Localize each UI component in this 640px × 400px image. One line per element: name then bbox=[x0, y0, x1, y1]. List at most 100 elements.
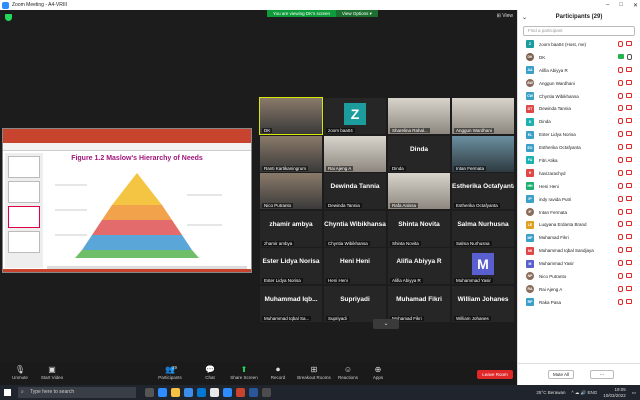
participant-row[interactable]: HH Heni Heni bbox=[518, 180, 640, 193]
mail-icon[interactable] bbox=[197, 388, 206, 397]
video-tile[interactable]: Anggun Wardhani bbox=[452, 98, 514, 134]
powerpoint-statusbar bbox=[3, 269, 251, 272]
video-off-icon bbox=[626, 66, 632, 72]
video-tile[interactable]: Ranti Kartikaningrum bbox=[260, 135, 322, 172]
clock[interactable]: 19:05 10/03/2022 bbox=[603, 387, 626, 399]
video-tile[interactable]: Chyntia Wibikhansa Chyntia Wibikhansa bbox=[324, 210, 386, 247]
participant-row[interactable]: Zzoom baa04 (Host, me) bbox=[518, 38, 640, 51]
video-tile[interactable]: Zzoom baa04 bbox=[324, 98, 386, 134]
zoom-taskbar-icon[interactable] bbox=[223, 388, 232, 397]
video-tile[interactable]: Ester Lidya Norisa Ester Lidya Norisa bbox=[260, 248, 322, 284]
security-shield-icon[interactable] bbox=[5, 14, 12, 21]
video-off-icon bbox=[626, 234, 632, 240]
record-button[interactable]: ⏺ Record bbox=[258, 365, 298, 380]
video-tile[interactable]: Muhamad Fikri Muhamad Fikri bbox=[388, 285, 450, 322]
participant-row[interactable]: NP Nico Putranto bbox=[518, 270, 640, 283]
chevron-down-icon[interactable]: ⌄ bbox=[373, 319, 399, 329]
more-options-button[interactable]: ... bbox=[590, 370, 614, 379]
powerpoint-taskbar-icon[interactable] bbox=[236, 388, 245, 397]
video-tile[interactable]: Sharelina Rahal... bbox=[388, 98, 450, 134]
unmute-label: Unmute bbox=[12, 375, 28, 380]
start-video-label: Start Video bbox=[40, 375, 64, 380]
video-tile[interactable]: Muhammad Iqb... Muhammad Iqbal Sa... bbox=[260, 285, 322, 322]
participant-row[interactable]: AW Anggun Wardhani bbox=[518, 77, 640, 90]
video-tile[interactable]: Rafa Anissa bbox=[388, 173, 450, 209]
video-off-icon bbox=[626, 285, 632, 291]
slide-thumbnail bbox=[8, 181, 40, 203]
maximize-icon[interactable]: □ bbox=[619, 2, 623, 8]
video-off-icon bbox=[626, 169, 632, 175]
taskbar-app-icon[interactable] bbox=[262, 388, 271, 397]
participant-name: Nico Putranto bbox=[539, 273, 567, 279]
participant-row[interactable]: DT Dewinda Tannia bbox=[518, 102, 640, 115]
collapse-panel-icon[interactable]: ⌄ bbox=[522, 14, 527, 21]
mute-all-button[interactable]: Mute All bbox=[548, 370, 574, 379]
task-view-icon[interactable] bbox=[145, 388, 154, 397]
avatar: IP bbox=[526, 195, 534, 204]
video-tile[interactable]: M Muhammad Yasir bbox=[452, 248, 514, 284]
participant-row[interactable]: RA Rai Ajeng A bbox=[518, 283, 640, 296]
start-video-button[interactable]: ▣ Start Video bbox=[32, 365, 72, 380]
participant-row[interactable]: LE Luqyana Erdanta Brand bbox=[518, 218, 640, 231]
minimize-icon[interactable]: – bbox=[606, 2, 609, 8]
tray-icons[interactable]: ^ ☁ 🔊 ENG bbox=[571, 390, 597, 396]
video-off-icon bbox=[626, 260, 632, 266]
participant-row[interactable]: EO Estherika Octafyanta bbox=[518, 141, 640, 154]
participant-row[interactable]: EL Ester Lidya Norisa bbox=[518, 128, 640, 141]
video-tile[interactable]: Shinta Novita Shinta Novita bbox=[388, 210, 450, 247]
video-tile[interactable]: Nico Putranto bbox=[260, 173, 322, 209]
edge-icon[interactable] bbox=[158, 388, 167, 397]
store-icon[interactable] bbox=[184, 388, 193, 397]
participant-name: Dewinda Tannia bbox=[539, 106, 571, 112]
weather-status[interactable]: 25°C Berawan bbox=[536, 390, 565, 395]
tile-name-label: Ranti Kartikaningrum bbox=[262, 165, 309, 171]
participant-row[interactable]: IP indy ravida Putri bbox=[518, 193, 640, 206]
reactions-label: Reactions bbox=[337, 375, 358, 380]
participant-row[interactable]: MF Muhamad Fikri bbox=[518, 231, 640, 244]
video-off-icon bbox=[626, 79, 632, 85]
participant-row[interactable]: D Dinda bbox=[518, 115, 640, 128]
participant-row[interactable]: AA Alifia Abiyya R bbox=[518, 64, 640, 77]
participants-button[interactable]: 👥 29 Participants bbox=[150, 365, 190, 380]
video-tile[interactable]: Dinda Dinda bbox=[388, 135, 450, 172]
word-taskbar-icon[interactable] bbox=[249, 388, 258, 397]
video-tile[interactable]: Estherika Octafyanta Estherika Octafyanta bbox=[452, 173, 514, 209]
participant-name: Muhammad Iqbal Sandjaya bbox=[539, 248, 594, 254]
video-tile[interactable]: Alifia Abiyya R Alifia Abiyya R bbox=[388, 248, 450, 284]
video-tile[interactable]: Dewinda Tannia Dewinda Tannia bbox=[324, 173, 386, 209]
participant-row[interactable]: DK DK bbox=[518, 51, 640, 64]
participant-row[interactable]: M Muhammad Yasir bbox=[518, 257, 640, 270]
video-tile[interactable]: Intan Fermata bbox=[452, 135, 514, 172]
participant-row[interactable]: MI Muhammad Iqbal Sandjaya bbox=[518, 244, 640, 257]
tile-name-label: Intan Fermata bbox=[454, 165, 487, 171]
tile-name-label: Heni Heni bbox=[326, 278, 350, 283]
apps-button[interactable]: ⊕ Apps bbox=[358, 365, 398, 380]
video-tile[interactable]: Rai Ajeng A bbox=[324, 135, 386, 172]
video-tile[interactable]: DK bbox=[259, 97, 323, 135]
participant-name: Chyntia Wibikhansa bbox=[539, 93, 579, 99]
tile-display-name: William Johanes bbox=[457, 295, 509, 303]
video-tile[interactable]: Salma Nurhusna Salma Nurhusna bbox=[452, 210, 514, 247]
view-button[interactable]: ⊞ View bbox=[497, 13, 513, 19]
video-tile[interactable]: Heni Heni Heni Heni bbox=[324, 248, 386, 284]
slide-thumbnails bbox=[5, 153, 43, 268]
windows-start-icon[interactable] bbox=[4, 389, 11, 396]
avatar: DT bbox=[526, 104, 534, 113]
close-icon[interactable]: ✕ bbox=[633, 2, 638, 9]
video-tile[interactable]: Supriyadi Supriyadi bbox=[324, 285, 386, 322]
participant-row[interactable]: IF Intan Fermata bbox=[518, 206, 640, 219]
leave-room-button[interactable]: Leave Room bbox=[477, 370, 513, 379]
file-explorer-icon[interactable] bbox=[171, 388, 180, 397]
participant-row[interactable]: CW Chyntia Wibikhansa bbox=[518, 90, 640, 103]
notification-icon[interactable]: ▭ bbox=[632, 390, 636, 396]
chrome-icon[interactable] bbox=[210, 388, 219, 397]
participant-row[interactable]: Hhavizarachyd bbox=[518, 167, 640, 180]
video-tile[interactable]: zhamir ambya zhamir ambya bbox=[260, 210, 322, 247]
avatar: Z bbox=[344, 103, 366, 125]
taskbar-search-input[interactable]: Type here to search bbox=[18, 387, 136, 398]
participant-row[interactable]: RP Raka Pasa bbox=[518, 296, 640, 309]
participant-row[interactable]: FA Fitri Atika bbox=[518, 154, 640, 167]
find-participant-input[interactable]: Find a participant bbox=[523, 26, 635, 36]
view-options-button[interactable]: View Options ▾ bbox=[335, 10, 378, 17]
video-tile[interactable]: William Johanes William Johanes bbox=[452, 285, 514, 322]
